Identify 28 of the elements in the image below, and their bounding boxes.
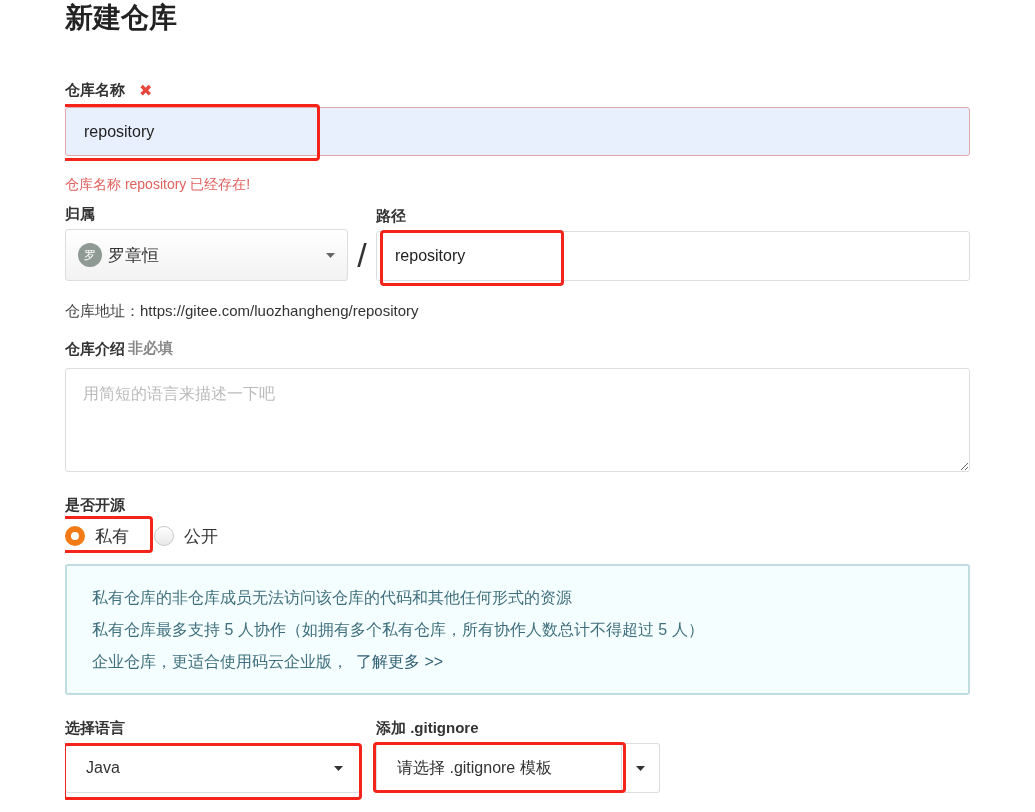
- caret-icon: [636, 765, 645, 771]
- info-text: 企业仓库，更适合使用码云企业版，: [92, 653, 348, 670]
- field-label: 选择语言: [65, 718, 126, 738]
- error-message: 仓库名称 repository 已经存在!: [65, 175, 252, 194]
- learn-more-link[interactable]: 了解更多 >>: [356, 653, 444, 670]
- field-label: 归属: [65, 204, 96, 224]
- path-separator: /: [356, 235, 368, 276]
- address-url: https://gitee.com/luozhangheng/repository: [140, 302, 419, 319]
- field-label: 路径: [376, 206, 407, 226]
- info-text: 私有仓库最多支持 5 人协作（如拥有多个私有仓库，所有协作人数总计不得超过 5 人）: [92, 620, 705, 640]
- field-label: 添加 .gitignore: [376, 718, 480, 738]
- radio-option[interactable]: 公开: [154, 523, 218, 549]
- optional-note: 非必填: [128, 339, 173, 358]
- avatar: 罗: [78, 243, 102, 267]
- address-label: 仓库地址：: [65, 302, 140, 319]
- field-label: 是否开源: [65, 495, 126, 515]
- path-input-field[interactable]: repository: [376, 231, 970, 281]
- field-label: 仓库名称: [65, 80, 125, 100]
- info-text: 私有仓库的非仓库成员无法访问该仓库的代码和其他任何形式的资源: [92, 588, 573, 608]
- field-label: 仓库介绍: [65, 339, 125, 359]
- page-title: 新建仓库: [65, 1, 178, 35]
- dropdown-button[interactable]: [622, 743, 660, 793]
- name-input-field[interactable]: repository: [65, 107, 970, 156]
- caret-icon: [334, 765, 343, 771]
- caret-icon: [326, 252, 335, 258]
- radio-option[interactable]: 私有: [65, 523, 129, 549]
- required-mark: ✖: [139, 80, 153, 100]
- owner-select[interactable]: 罗 罗章恒: [65, 229, 348, 281]
